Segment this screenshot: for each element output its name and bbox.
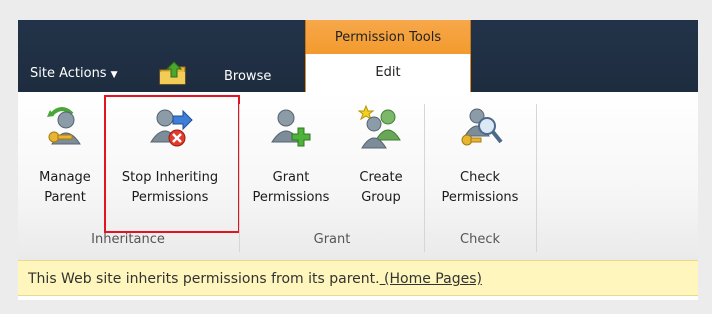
group-label-grant: Grant	[313, 232, 351, 247]
site-actions-label: Site Actions	[30, 66, 107, 81]
navigate-up-icon[interactable]	[158, 60, 188, 86]
status-bar: This Web site inherits permissions from …	[18, 260, 698, 296]
create-group-label-1: Create	[359, 170, 403, 185]
create-group-label-2: Group	[361, 190, 401, 205]
permission-tools-context-group: Permission Tools Edit	[305, 20, 471, 92]
check-permissions-button[interactable]: Check Permissions	[432, 104, 528, 208]
group-label-inheritance: Inheritance	[91, 232, 165, 247]
tab-edit[interactable]: Edit	[305, 54, 471, 92]
grant-permissions-label-1: Grant	[272, 170, 310, 185]
highlight-box	[104, 95, 240, 233]
grant-permissions-icon	[271, 109, 311, 147]
check-permissions-label-1: Check	[460, 170, 500, 185]
ribbon-tab-bar: Site Actions ▼ Browse Permission Tools Ed…	[18, 20, 698, 92]
site-actions-menu[interactable]: Site Actions ▼	[30, 66, 118, 81]
status-message: This Web site inherits permissions from …	[28, 271, 380, 287]
group-divider	[536, 104, 537, 252]
ribbon-body: Manage Parent Stop Inheriting Permission…	[18, 92, 698, 260]
manage-parent-icon	[47, 107, 81, 145]
grant-permissions-button[interactable]: Grant Permissions	[244, 104, 338, 208]
tab-browse[interactable]: Browse	[224, 69, 271, 84]
create-group-icon	[357, 104, 401, 149]
ribbon-window: Site Actions ▼ Browse Permission Tools Ed…	[18, 20, 698, 300]
group-divider	[239, 104, 240, 252]
manage-parent-label-2: Parent	[44, 190, 86, 205]
group-label-check: Check	[460, 232, 500, 247]
parent-site-link[interactable]: (Home Pages)	[380, 271, 482, 287]
create-group-button[interactable]: Create Group	[348, 104, 414, 208]
dropdown-caret-icon: ▼	[110, 70, 118, 80]
manage-parent-label-1: Manage	[39, 170, 91, 185]
group-divider	[424, 104, 425, 252]
context-group-title: Permission Tools	[305, 20, 471, 54]
check-permissions-icon	[461, 108, 503, 146]
grant-permissions-label-2: Permissions	[252, 190, 330, 205]
manage-parent-button[interactable]: Manage Parent	[30, 104, 100, 208]
check-permissions-label-2: Permissions	[441, 190, 519, 205]
